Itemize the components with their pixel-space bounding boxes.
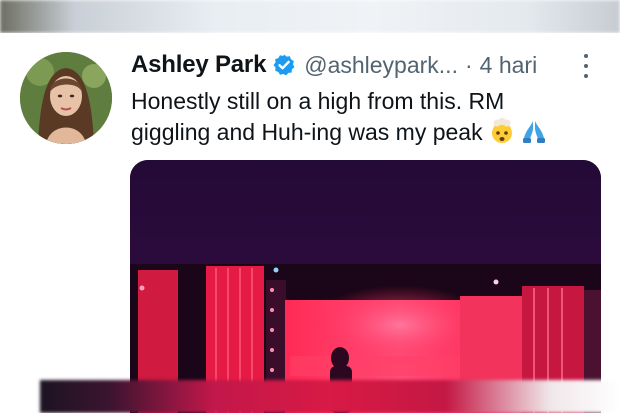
verified-badge-icon (272, 53, 296, 77)
tweet-media-video[interactable] (130, 160, 601, 413)
tweet-header: Ashley Park @ashleypark... · 4 hari (131, 50, 537, 80)
display-name[interactable]: Ashley Park (131, 51, 266, 79)
tweet-text-line-2-text: giggling and Huh-ing was my peak (131, 119, 483, 145)
tweet-text: Honestly still on a high from this. RM g… (131, 86, 611, 152)
more-options-icon[interactable] (576, 52, 596, 80)
more-dot (584, 74, 588, 78)
avatar[interactable] (20, 52, 112, 144)
handle[interactable]: @ashleypark... (304, 52, 458, 79)
exploding-head-emoji (489, 117, 515, 152)
more-dot (584, 54, 588, 58)
tweet-text-line-2: giggling and Huh-ing was my peak (131, 117, 611, 152)
timestamp[interactable]: 4 hari (480, 52, 538, 79)
more-dot (584, 64, 588, 68)
tweet-text-line-1: Honestly still on a high from this. RM (131, 88, 505, 114)
folded-hands-emoji (521, 118, 547, 152)
separator-dot: · (464, 51, 473, 78)
blurred-top-strip (0, 0, 620, 33)
blurred-bottom-strip (40, 380, 620, 413)
